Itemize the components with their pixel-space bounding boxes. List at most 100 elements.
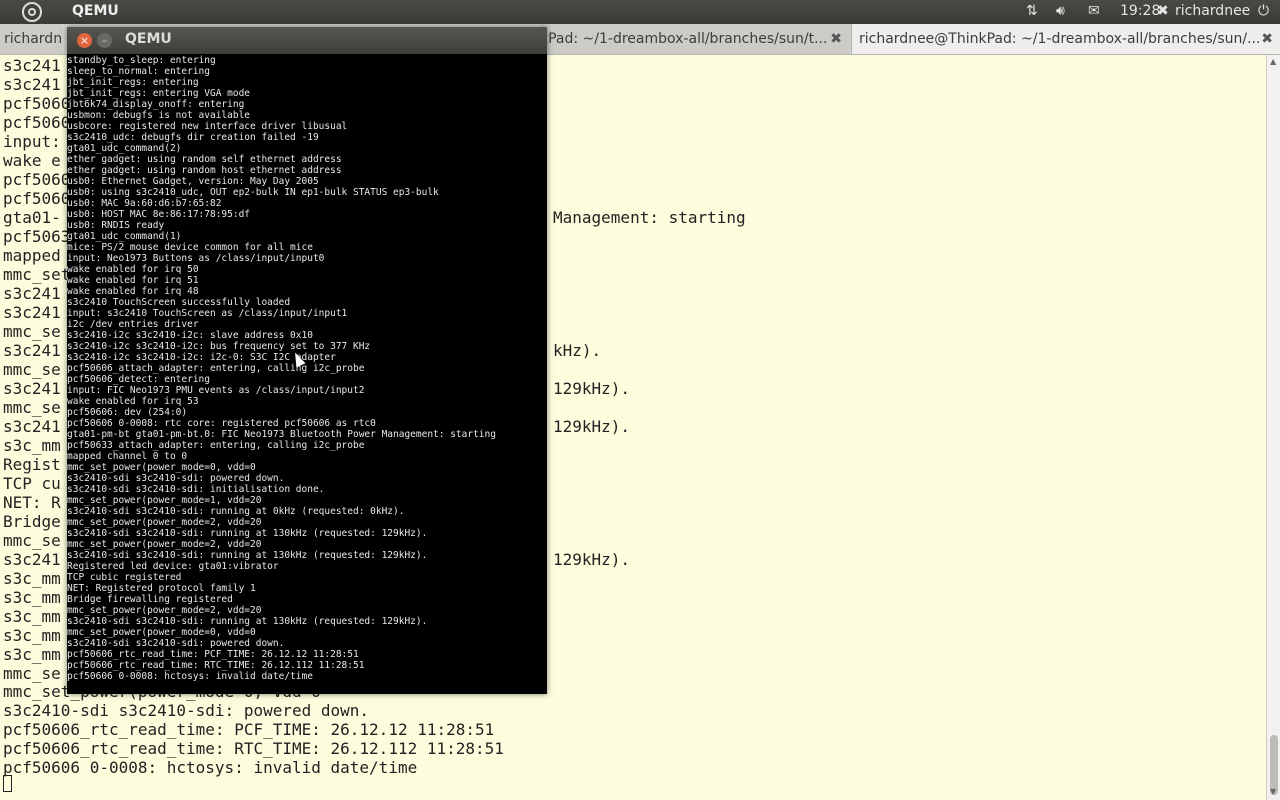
console-line: wake enabled for irq 48 — [67, 286, 199, 297]
console-line: wake enabled for irq 50 — [67, 264, 199, 275]
volume-icon[interactable]: 🔊︎ — [1056, 3, 1065, 19]
terminal-line: input: — [3, 132, 61, 151]
console-line: s3c2410-sdi s3c2410-sdi: running at 130k… — [67, 616, 428, 627]
terminal-line: pcf5060 — [3, 189, 71, 208]
console-line: usb0: MAC 9a:60:d6:b7:65:82 — [67, 198, 222, 209]
qemu-titlebar[interactable]: × – QEMU — [67, 27, 547, 54]
terminal-scrollbar[interactable]: ▲ ▼ — [1266, 55, 1280, 800]
terminal-line: wake e — [3, 151, 61, 170]
console-line: gta01_udc_command(2) — [67, 143, 182, 154]
console-line: i2c /dev entries driver — [67, 319, 199, 330]
terminal-tab-1[interactable]: richardne — [0, 24, 62, 54]
terminal-line: pcf5060 — [3, 94, 71, 113]
user-icon[interactable]: ✖ — [1157, 3, 1169, 19]
console-line: usb0: HOST MAC 8e:86:17:78:95:df — [67, 209, 251, 220]
terminal-line: mmc_se — [3, 360, 61, 379]
tab-label: richardnee@ThinkPad: ~/1-dreambox-all/br… — [859, 31, 1261, 47]
terminal-tab-3[interactable]: richardnee@ThinkPad: ~/1-dreambox-all/br… — [851, 24, 1280, 54]
tab-close-icon[interactable]: ✖ — [1261, 24, 1273, 54]
console-line: wake enabled for irq 53 — [67, 396, 199, 407]
terminal-line: Bridge — [3, 512, 61, 531]
console-line: pcf50606 0-0008: rtc core: registered pc… — [67, 418, 376, 429]
console-line: jbt6k74_display_onoff: entering — [67, 99, 245, 110]
terminal-tab-2[interactable]: kPad: ~/1-dreambox-all/branches/sun/t...… — [540, 24, 850, 54]
scroll-up-icon[interactable]: ▲ — [1270, 57, 1276, 66]
console-line: s3c2410-i2c s3c2410-i2c: i2c-0: S3C I2C … — [67, 352, 336, 363]
terminal-line: mmc_se — [3, 398, 61, 417]
console-line: mmc_set_power(power_mode=2, vdd=20 — [67, 517, 262, 528]
console-line: s3c2410 TouchScreen successfully loaded — [67, 297, 291, 308]
power-icon[interactable]: ⏻ — [1258, 3, 1269, 19]
console-line: mmc_set_power(power_mode=0, vdd=0 — [67, 462, 256, 473]
console-line: jbt_init_regs: entering VGA mode — [67, 88, 251, 99]
qemu-window[interactable]: × – QEMU standby_to_sleep: entering sleep… — [67, 27, 547, 694]
terminal-line: s3c_mm — [3, 626, 61, 645]
terminal-line: mmc_se — [3, 322, 61, 341]
minimize-icon[interactable]: – — [97, 33, 112, 48]
terminal-line: s3c241 — [3, 303, 61, 322]
console-line: usbcore: registered new interface driver… — [67, 121, 348, 132]
console-line: s3c2410-sdi s3c2410-sdi: running at 0kHz… — [67, 506, 405, 517]
console-line: pcf50606: dev (254:0) — [67, 407, 188, 418]
console-line: pcf50606_rtc_read_time: RTC_TIME: 26.12.… — [67, 660, 365, 671]
terminal-line: pcf50606_rtc_read_time: RTC_TIME: 26.12.… — [3, 739, 504, 758]
terminal-line-fragment: 129kHz). — [553, 550, 631, 569]
terminal-line: s3c_mm — [3, 569, 61, 588]
terminal-line: mmc_se — [3, 664, 61, 683]
console-line: s3c2410_udc: debugfs dir creation failed… — [67, 132, 319, 143]
tab-label: richardne — [4, 31, 62, 47]
console-line: s3c2410-i2c s3c2410-i2c: slave address 0… — [67, 330, 313, 341]
console-line: input: s3c2410 TouchScreen as /class/inp… — [67, 308, 348, 319]
terminal-line: gta01- — [3, 208, 61, 227]
window-title: QEMU — [125, 31, 172, 47]
terminal-line: s3c_mm — [3, 436, 61, 455]
console-line: usb0: RNDIS ready — [67, 220, 165, 231]
console-line: mmc_set_power(power_mode=0, vdd=0 — [67, 627, 256, 638]
clock[interactable]: 19:28 — [1120, 3, 1160, 19]
console-line: s3c2410-sdi s3c2410-sdi: powered down. — [67, 473, 285, 484]
terminal-line: s3c241 — [3, 75, 61, 94]
console-line: usbmon: debugfs is not available — [67, 110, 251, 121]
console-line: standby_to_sleep: entering — [67, 55, 216, 66]
console-line: wake enabled for irq 51 — [67, 275, 199, 286]
mail-icon[interactable]: ✉ — [1088, 3, 1100, 19]
console-line: TCP cubic registered — [67, 572, 182, 583]
console-line: mapped channel 0 to 0 — [67, 451, 188, 462]
terminal-line: s3c241 — [3, 284, 61, 303]
console-line: NET: Registered protocol family 1 — [67, 583, 256, 594]
terminal-line: pcf5060 — [3, 113, 71, 132]
terminal-line-fragment: Management: starting — [553, 208, 746, 227]
qemu-console[interactable]: standby_to_sleep: entering sleep_to_norma… — [67, 55, 547, 685]
active-app-name: QEMU — [72, 3, 119, 19]
ubuntu-logo-icon[interactable] — [22, 2, 42, 22]
console-line: gta01_udc_command(1) — [67, 231, 182, 242]
terminal-line: pcf5063 — [3, 227, 71, 246]
network-icon[interactable]: ⇅ — [1026, 3, 1038, 19]
close-icon[interactable]: × — [77, 33, 92, 48]
console-line: pcf50633_attach_adapter: entering, calli… — [67, 440, 365, 451]
console-line: s3c2410-sdi s3c2410-sdi: running at 130k… — [67, 528, 428, 539]
terminal-line: mapped — [3, 246, 61, 265]
console-line: s3c2410-i2c s3c2410-i2c: bus frequency s… — [67, 341, 371, 352]
terminal-line: NET: R — [3, 493, 61, 512]
console-line: input: FIC Neo1973 PMU events as /class/… — [67, 385, 365, 396]
console-line: mmc_set_power(power_mode=2, vdd=20 — [67, 605, 262, 616]
console-line: s3c2410-sdi s3c2410-sdi: initialisation … — [67, 484, 325, 495]
terminal-line: s3c241 — [3, 550, 61, 569]
console-line: ether gadget: using random host ethernet… — [67, 165, 342, 176]
terminal-line: pcf50606 0-0008: hctosys: invalid date/t… — [3, 758, 418, 777]
console-line: mice: PS/2 mouse device common for all m… — [67, 242, 313, 253]
terminal-line: s3c241 — [3, 417, 61, 436]
console-line: jbt_init_regs: entering — [67, 77, 199, 88]
scrollbar-thumb[interactable] — [1270, 735, 1278, 795]
terminal-line: s3c2410-sdi s3c2410-sdi: powered down. — [3, 701, 370, 720]
terminal-line: pcf50606_rtc_read_time: PCF_TIME: 26.12.… — [3, 720, 495, 739]
terminal-line-fragment: 129kHz). — [553, 417, 631, 436]
terminal-line: TCP cu — [3, 474, 61, 493]
terminal-line: s3c_mm — [3, 645, 61, 664]
scroll-down-icon[interactable]: ▼ — [1270, 787, 1276, 796]
user-name[interactable]: richardnee — [1175, 3, 1250, 19]
console-line: ether gadget: using random self ethernet… — [67, 154, 342, 165]
terminal-line: pcf5060 — [3, 170, 71, 189]
tab-close-icon[interactable]: ✖ — [830, 24, 842, 54]
